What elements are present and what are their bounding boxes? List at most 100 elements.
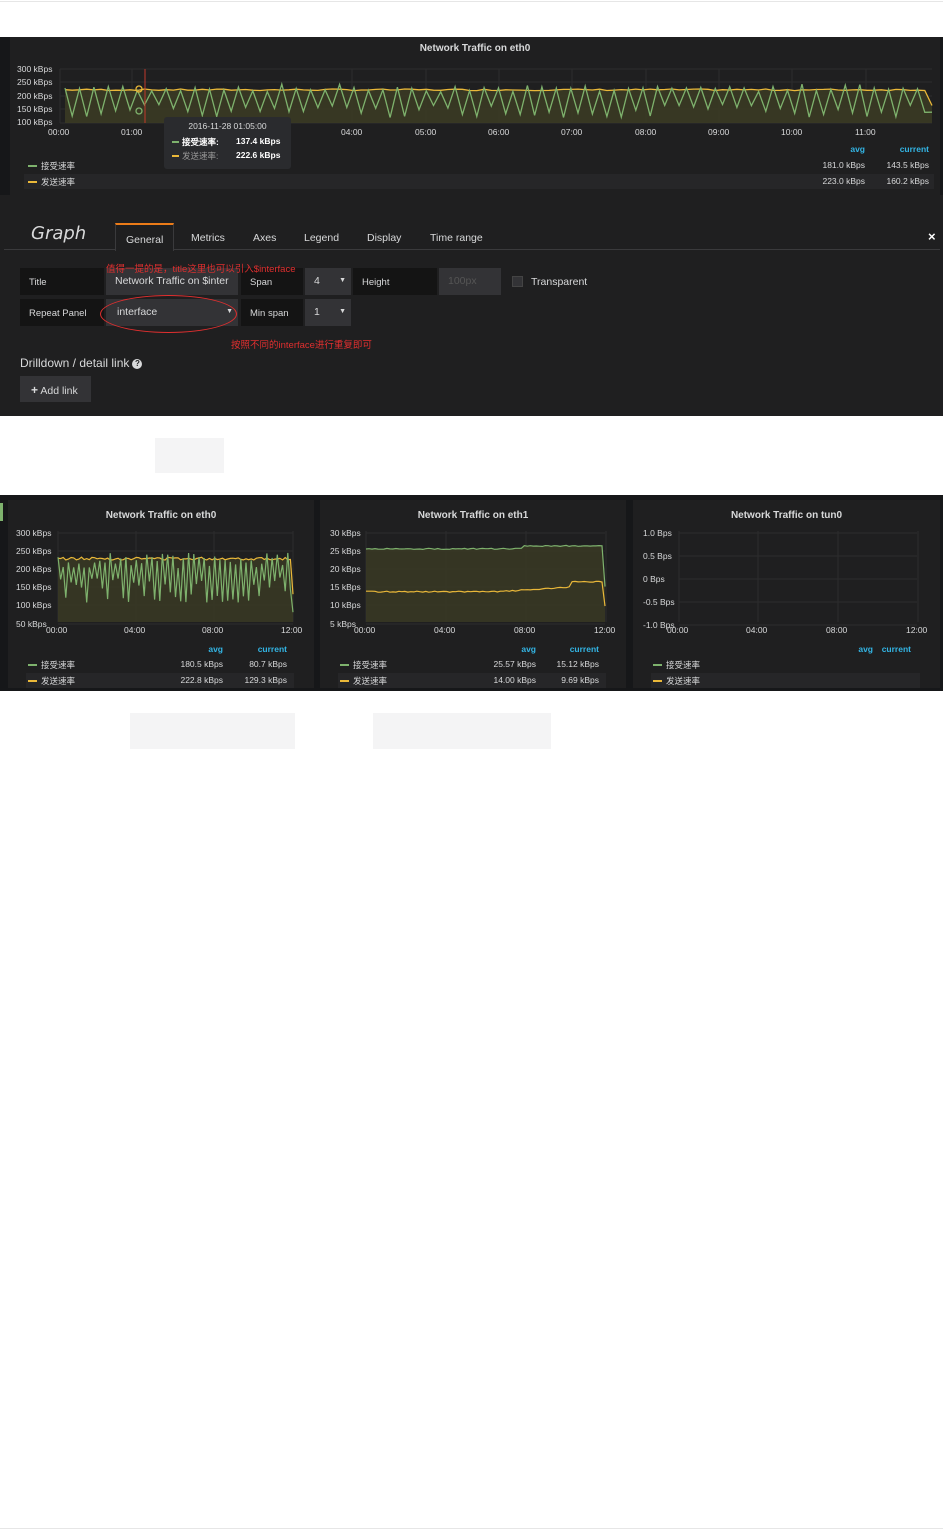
y-tick: 0 Bps xyxy=(643,574,665,584)
legend-header-avg[interactable]: avg xyxy=(183,644,223,654)
y-tick: 30 kBps xyxy=(330,528,361,538)
x-tick: 12:00 xyxy=(906,625,928,635)
legend-swatch xyxy=(28,165,37,167)
min-span-value: 1 xyxy=(314,306,320,318)
x-tick: 08:00 xyxy=(826,625,848,635)
x-tick: 00:00 xyxy=(354,625,376,635)
tab-axes[interactable]: Axes xyxy=(253,223,276,251)
legend-current: 9.69 kBps xyxy=(561,675,599,685)
legend-item-send[interactable]: 发送速率 14.00 kBps 9.69 kBps xyxy=(338,673,606,688)
y-tick: 250 kBps xyxy=(17,77,53,87)
add-link-label: Add link xyxy=(40,385,78,397)
bottom-divider xyxy=(0,1528,943,1529)
height-input[interactable]: 100px xyxy=(439,268,501,295)
span-select[interactable]: 4 ▼ xyxy=(305,268,351,295)
y-tick: 10 kBps xyxy=(330,600,361,610)
legend-swatch xyxy=(340,664,349,666)
top-dashboard-row: Network Traffic on eth0 300 kBps 250 kBp… xyxy=(0,37,943,195)
y-tick: 100 kBps xyxy=(17,117,53,127)
y-tick: 5 kBps xyxy=(330,619,356,629)
annotation-repeat-note: 按照不同的interface进行重复即可 xyxy=(231,340,372,351)
x-tick: 00:00 xyxy=(667,625,689,635)
legend-header-current[interactable]: current xyxy=(880,144,929,154)
legend-avg: 180.5 kBps xyxy=(180,659,223,669)
tooltip-time: 2016-11-28 01:05:00 xyxy=(188,121,267,131)
drilldown-title-text: Drilldown / detail link xyxy=(20,356,130,370)
panel-network-traffic-tun0[interactable]: Network Traffic on tun0 1.0 Bps 0.5 Bps 0 B… xyxy=(633,500,940,688)
x-tick: 11:00 xyxy=(855,127,876,137)
legend-item-send[interactable]: 发送速率 xyxy=(651,673,920,688)
x-tick: 04:00 xyxy=(746,625,768,635)
tooltip-value: 137.4 kBps xyxy=(236,136,281,146)
caret-down-icon: ▼ xyxy=(339,308,346,315)
x-tick: 08:00 xyxy=(202,625,224,635)
tab-general[interactable]: General xyxy=(115,223,175,251)
row-indicator xyxy=(0,503,3,521)
legend-label: 接受速率 xyxy=(41,660,76,670)
annotation-title-note: 值得一提的是，title这里也可以引入$interface xyxy=(106,264,296,275)
placeholder-block xyxy=(373,713,551,749)
add-link-button[interactable]: + Add link xyxy=(20,376,91,402)
panel-network-traffic-eth0[interactable]: Network Traffic on eth0 300 kBps 250 kBp… xyxy=(10,37,940,195)
bottom-dashboard-row: Network Traffic on eth0 300 kBps 250 kBps 2… xyxy=(0,495,943,691)
legend-header-current[interactable]: current xyxy=(242,644,287,654)
panel-network-traffic-eth1[interactable]: Network Traffic on eth1 30 kBps 25 kBps 20 … xyxy=(320,500,626,688)
legend-swatch xyxy=(653,664,662,666)
legend-swatch xyxy=(28,680,37,682)
tab-time-range[interactable]: Time range xyxy=(430,223,483,251)
x-tick: 04:00 xyxy=(124,625,146,635)
y-tick: -0.5 Bps xyxy=(643,597,675,607)
graph-tooltip: 2016-11-28 01:05:00 接受速率: 137.4 kBps 发送速… xyxy=(164,117,291,169)
tooltip-value: 222.6 kBps xyxy=(236,150,281,160)
y-tick: 200 kBps xyxy=(17,91,53,101)
transparent-checkbox[interactable] xyxy=(512,276,523,287)
legend-item-send[interactable]: 发送速率 222.8 kBps 129.3 kBps xyxy=(26,673,294,688)
y-tick: 15 kBps xyxy=(330,582,361,592)
help-icon[interactable]: ? xyxy=(132,359,143,369)
tab-display[interactable]: Display xyxy=(367,223,401,251)
panel-network-traffic-eth0[interactable]: Network Traffic on eth0 300 kBps 250 kBps 2… xyxy=(8,500,314,688)
y-tick: 20 kBps xyxy=(330,564,361,574)
legend-label: 发送速率 xyxy=(353,676,388,686)
title-label: Title xyxy=(20,268,104,295)
x-tick: 01:00 xyxy=(121,127,143,137)
height-label: Height xyxy=(353,268,437,295)
x-tick: 00:00 xyxy=(46,625,68,635)
legend-header-current[interactable]: current xyxy=(554,644,599,654)
x-tick: 00:00 xyxy=(48,127,70,137)
legend-item-receive[interactable]: 接受速率 25.57 kBps 15.12 kBps xyxy=(338,657,606,672)
legend-label: 发送速率 xyxy=(666,676,701,686)
legend-label: 接受速率 xyxy=(41,161,76,171)
legend-header-avg[interactable]: avg xyxy=(830,144,865,154)
close-icon[interactable]: × xyxy=(928,229,936,244)
legend-header-avg[interactable]: avg xyxy=(496,644,536,654)
legend-swatch xyxy=(653,680,662,682)
legend-item-send[interactable]: 发送速率 223.0 kBps 160.2 kBps xyxy=(24,174,934,189)
placeholder-block xyxy=(155,438,224,473)
caret-down-icon: ▼ xyxy=(339,277,346,284)
min-span-label: Min span xyxy=(241,299,303,326)
legend-label: 接受速率 xyxy=(666,660,701,670)
x-tick: 12:00 xyxy=(281,625,303,635)
transparent-label: Transparent xyxy=(531,276,588,288)
tab-metrics[interactable]: Metrics xyxy=(191,223,225,251)
y-tick: 100 kBps xyxy=(16,600,52,610)
legend-item-receive[interactable]: 接受速率 181.0 kBps 143.5 kBps xyxy=(24,158,934,173)
x-tick: 06:00 xyxy=(488,127,510,137)
legend-avg: 25.57 kBps xyxy=(493,659,536,669)
legend-header-current[interactable]: current xyxy=(866,644,911,654)
x-tick: 05:00 xyxy=(415,127,437,137)
y-tick: 300 kBps xyxy=(17,64,53,74)
placeholder-block xyxy=(130,713,295,749)
legend-item-receive[interactable]: 接受速率 xyxy=(651,657,920,672)
x-tick: 07:00 xyxy=(561,127,583,137)
tab-legend[interactable]: Legend xyxy=(304,223,339,251)
y-tick: 1.0 Bps xyxy=(643,528,672,538)
y-tick: 300 kBps xyxy=(16,528,52,538)
legend-item-receive[interactable]: 接受速率 180.5 kBps 80.7 kBps xyxy=(26,657,294,672)
x-tick: 10:00 xyxy=(781,127,803,137)
legend-swatch xyxy=(28,664,37,666)
tooltip-name: 发送速率: xyxy=(182,151,219,161)
min-span-select[interactable]: 1 ▼ xyxy=(305,299,351,326)
annotation-ellipse xyxy=(100,295,237,333)
